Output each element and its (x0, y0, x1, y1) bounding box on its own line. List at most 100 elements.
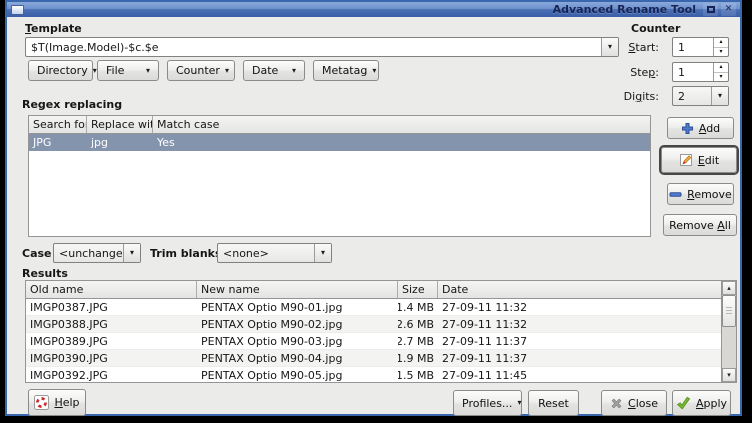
case-dropdown-button[interactable]: ▾ (123, 244, 140, 262)
column-header-search-for[interactable]: Search for (29, 116, 87, 133)
title-bar[interactable]: Advanced Rename Tool ✕ (7, 2, 740, 17)
profiles-button-label: Profiles... (462, 397, 512, 410)
results-vertical-scrollbar[interactable]: ▴ ▾ (721, 281, 736, 382)
regex-replace-value: jpg (87, 136, 153, 149)
scrollbar-thumb[interactable] (722, 295, 736, 327)
start-spin-up-icon[interactable]: ▴ (714, 38, 728, 48)
old-name-cell: IMGP0387.JPG (26, 301, 197, 314)
pencil-icon (679, 153, 693, 167)
digits-dropdown-button[interactable]: ▾ (711, 87, 728, 105)
column-header-size[interactable]: Size (398, 281, 438, 298)
column-header-old-name[interactable]: Old name (26, 281, 197, 298)
plus-icon (681, 122, 694, 135)
directory-menu-label: Directory (37, 64, 88, 77)
directory-menu-button[interactable]: Directory▾ (28, 60, 93, 81)
old-name-cell: IMGP0390.JPG (26, 352, 197, 365)
trim-blanks-dropdown-button[interactable]: ▾ (314, 244, 331, 262)
trim-blanks-value: <none> (218, 244, 314, 262)
size-cell: 1.9 MB (398, 352, 438, 365)
metatag-menu-button[interactable]: Metatag▾ (313, 60, 379, 81)
file-menu-label: File (106, 64, 124, 77)
checkmark-icon (676, 396, 691, 410)
maximize-button[interactable] (703, 3, 718, 16)
trim-blanks-label: Trim blanks (150, 247, 222, 260)
result-row[interactable]: IMGP0388.JPG PENTAX Optio M90-02.jpg 2.6… (26, 316, 721, 333)
close-x-icon (610, 397, 623, 410)
scroll-up-icon: ▴ (727, 285, 731, 292)
case-combobox[interactable]: <unchanged> ▾ (53, 243, 141, 263)
step-value[interactable]: 1 (673, 63, 713, 81)
counter-menu-label: Counter (176, 64, 220, 77)
result-row[interactable]: IMGP0387.JPG PENTAX Optio M90-01.jpg 1.4… (26, 299, 721, 316)
size-cell: 2.6 MB (398, 318, 438, 331)
start-spinner[interactable]: 1 ▴ ▾ (672, 37, 729, 57)
scrollbar-track[interactable] (722, 295, 736, 368)
chevron-down-icon: ▾ (372, 67, 376, 75)
old-name-cell: IMGP0389.JPG (26, 335, 197, 348)
remove-all-button-label: Remove All (669, 219, 731, 232)
template-value[interactable]: $T(Image.Model)-$c.$e (26, 38, 601, 56)
size-cell: 1.4 MB (398, 301, 438, 314)
new-name-cell: PENTAX Optio M90-02.jpg (197, 318, 398, 331)
results-table-header: Old name New name Size Date (26, 281, 721, 299)
help-button[interactable]: Help (28, 389, 86, 416)
regex-table-header: Search for Replace with Match case (29, 116, 650, 134)
chevron-down-icon: ▾ (225, 67, 229, 75)
regex-table: Search for Replace with Match case JPG j… (28, 115, 651, 237)
apply-button-label: Apply (696, 397, 727, 410)
maximize-icon (707, 6, 715, 13)
result-row[interactable]: IMGP0392.JPG PENTAX Optio M90-05.jpg 1.5… (26, 367, 721, 382)
help-lifebuoy-icon (34, 395, 49, 410)
start-spin-down-icon[interactable]: ▾ (714, 48, 728, 57)
size-cell: 2.7 MB (398, 335, 438, 348)
column-header-date[interactable]: Date (438, 281, 721, 298)
add-button[interactable]: Add (667, 117, 734, 139)
add-button-label: Add (699, 122, 720, 135)
regex-rule-row[interactable]: JPG jpg Yes (29, 134, 650, 151)
profiles-button[interactable]: Profiles... ▾ (453, 390, 522, 416)
column-header-new-name[interactable]: New name (197, 281, 398, 298)
template-label: Template (25, 22, 82, 35)
result-row[interactable]: IMGP0390.JPG PENTAX Optio M90-04.jpg 1.9… (26, 350, 721, 367)
reset-button[interactable]: Reset (528, 390, 579, 416)
file-menu-button[interactable]: File▾ (97, 60, 159, 81)
remove-all-button[interactable]: Remove All (663, 214, 737, 236)
template-combobox[interactable]: $T(Image.Model)-$c.$e ▾ (25, 37, 619, 57)
step-spin-down-icon[interactable]: ▾ (714, 73, 728, 82)
new-name-cell: PENTAX Optio M90-05.jpg (197, 369, 398, 382)
new-name-cell: PENTAX Optio M90-01.jpg (197, 301, 398, 314)
trim-blanks-combobox[interactable]: <none> ▾ (217, 243, 332, 263)
window-title: Advanced Rename Tool (553, 3, 700, 16)
step-spin-up-icon[interactable]: ▴ (714, 63, 728, 73)
chevron-down-icon: ▾ (130, 249, 134, 257)
scroll-down-button[interactable]: ▾ (722, 368, 736, 382)
digits-value: 2 (673, 87, 711, 105)
regex-search-value: JPG (29, 136, 87, 149)
start-value[interactable]: 1 (673, 38, 713, 56)
close-button[interactable]: Close (601, 390, 667, 416)
step-spinner[interactable]: 1 ▴ ▾ (672, 62, 729, 82)
column-header-replace-with[interactable]: Replace with (87, 116, 153, 133)
scroll-up-button[interactable]: ▴ (722, 281, 736, 295)
date-cell: 27-09-11 11:32 (438, 318, 721, 331)
step-label: Step: (579, 66, 659, 79)
size-cell: 1.5 MB (398, 369, 438, 382)
window-icon (11, 5, 24, 15)
old-name-cell: IMGP0388.JPG (26, 318, 197, 331)
chevron-down-icon: ▾ (718, 92, 722, 100)
remove-button[interactable]: Remove (667, 183, 734, 205)
chevron-down-icon: ▾ (292, 67, 296, 75)
date-menu-button[interactable]: Date▾ (243, 60, 305, 81)
date-cell: 27-09-11 11:32 (438, 301, 721, 314)
edit-button[interactable]: Edit (661, 147, 737, 173)
counter-label: Counter (631, 22, 680, 35)
counter-menu-button[interactable]: Counter ▾ (167, 60, 235, 81)
results-table: Old name New name Size Date IMGP0387.JPG… (25, 280, 737, 383)
close-window-button[interactable]: ✕ (721, 3, 736, 16)
apply-button[interactable]: Apply (672, 390, 731, 416)
chevron-down-icon: ▾ (321, 249, 325, 257)
column-header-match-case[interactable]: Match case (153, 116, 650, 133)
start-label: Start: (579, 41, 659, 54)
result-row[interactable]: IMGP0389.JPG PENTAX Optio M90-03.jpg 2.7… (26, 333, 721, 350)
digits-combobox[interactable]: 2 ▾ (672, 86, 729, 106)
